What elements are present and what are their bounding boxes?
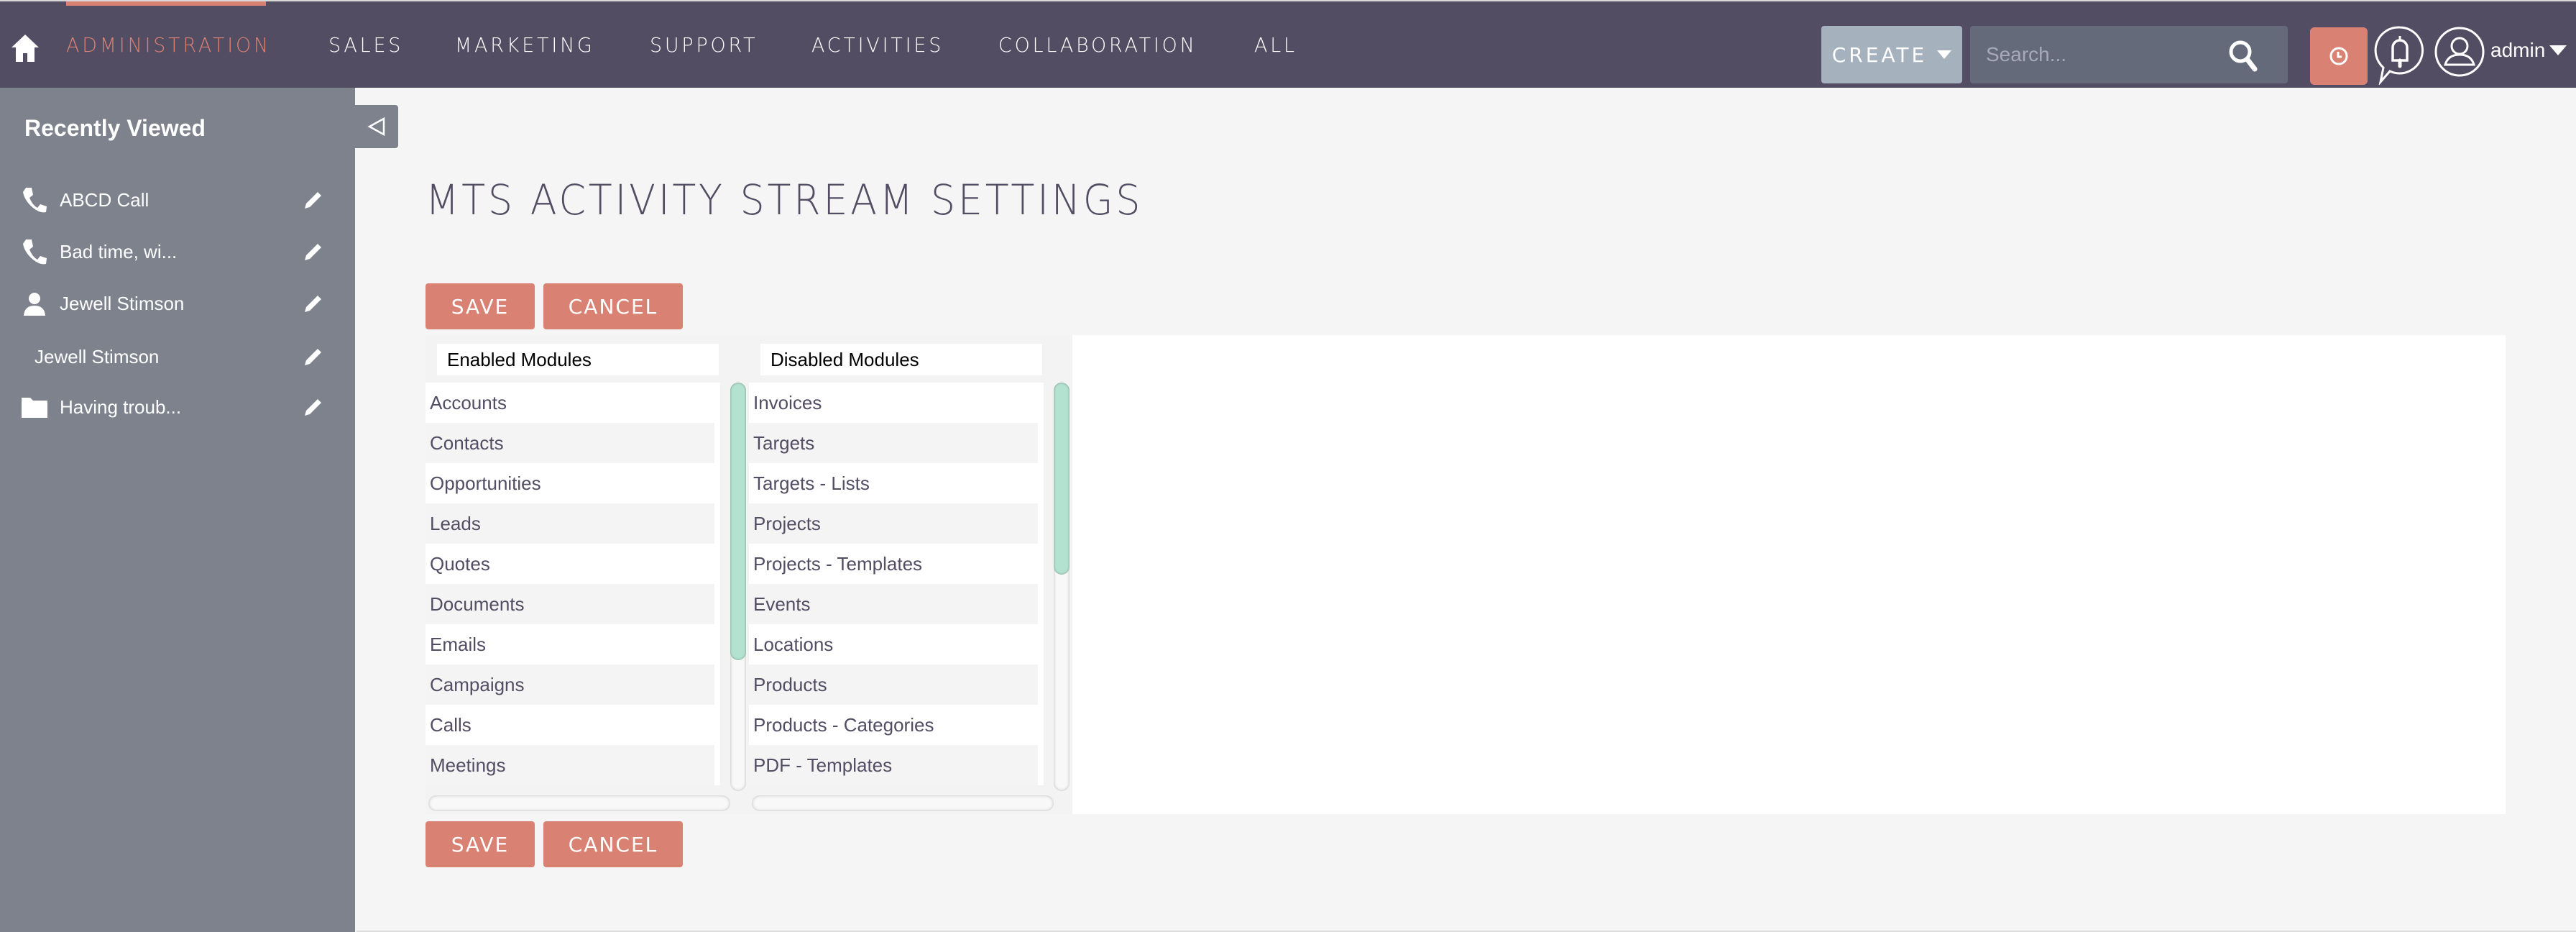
enabled-horizontal-scrollbar[interactable] <box>428 795 730 811</box>
pencil-icon[interactable] <box>302 396 325 419</box>
save-button-bottom[interactable]: SAVE <box>426 821 535 867</box>
module-option[interactable]: Targets <box>749 423 1038 463</box>
chevron-down-icon <box>2549 45 2567 55</box>
sidebar-item-label: Jewell Stimson <box>60 292 185 314</box>
user-menu[interactable]: admin <box>2490 39 2567 62</box>
sidebar-collapse-button[interactable] <box>355 105 398 148</box>
module-option[interactable]: Invoices <box>749 383 1044 423</box>
pencil-icon[interactable] <box>302 292 325 315</box>
disabled-modules-column: Disabled Modules Invoices Targets Targets … <box>749 335 1072 814</box>
disabled-vertical-scrollbar[interactable] <box>1054 383 1070 791</box>
module-option[interactable]: Quotes <box>426 544 720 584</box>
search-input[interactable] <box>1986 26 2230 83</box>
top-navbar: ADMINISTRATION SALES MARKETING SUPPORT A… <box>0 1 2576 88</box>
module-settings-panel: Enabled Modules Accounts Contacts Opportun… <box>426 335 2506 814</box>
module-option[interactable]: Opportunities <box>426 463 720 503</box>
user-avatar-button[interactable] <box>2434 26 2485 78</box>
module-option[interactable]: Contacts <box>426 423 714 463</box>
module-option[interactable]: Products - Categories <box>749 705 1044 745</box>
folder-icon <box>22 393 47 421</box>
enabled-scroll-thumb[interactable] <box>730 383 746 660</box>
pencil-icon[interactable] <box>302 240 325 263</box>
save-button-top[interactable]: SAVE <box>426 283 535 329</box>
nav-marketing[interactable]: MARKETING <box>455 33 595 57</box>
user-icon <box>2434 27 2485 77</box>
phone-icon <box>22 237 47 266</box>
module-option[interactable]: Leads <box>426 503 714 544</box>
sidebar-item[interactable]: Jewell Stimson <box>0 335 355 378</box>
create-button[interactable]: CREATE <box>1821 26 1962 83</box>
module-option[interactable]: Meetings <box>426 745 714 785</box>
sidebar-item[interactable]: Jewell Stimson <box>0 282 355 325</box>
recent-history-button[interactable] <box>2310 27 2368 85</box>
sidebar-item-label: Jewell Stimson <box>34 345 160 367</box>
user-name-label: admin <box>2490 39 2546 61</box>
nav-sales[interactable]: SALES <box>328 33 403 57</box>
module-option[interactable]: PDF - Templates <box>749 745 1038 785</box>
cancel-button-bottom[interactable]: CANCEL <box>543 821 683 867</box>
disabled-modules-header: Disabled Modules <box>760 344 1042 375</box>
module-option[interactable]: Events <box>749 584 1038 624</box>
disabled-modules-list[interactable]: Invoices Targets Targets - Lists Projects Pr… <box>749 383 1044 785</box>
nav-collaboration[interactable]: COLLABORATION <box>998 33 1197 57</box>
sidebar-item-label: ABCD Call <box>60 188 150 211</box>
enabled-modules-list[interactable]: Accounts Contacts Opportunities Leads Quotes… <box>426 383 720 785</box>
clock-icon <box>2329 47 2348 65</box>
nav-all[interactable]: ALL <box>1254 33 1297 57</box>
bell-icon <box>2374 26 2424 86</box>
nav-support[interactable]: SUPPORT <box>650 33 758 57</box>
module-option[interactable]: Locations <box>749 624 1044 664</box>
chevron-down-icon <box>1937 50 1952 59</box>
pencil-icon[interactable] <box>302 345 325 368</box>
sidebar-title: Recently Viewed <box>24 115 206 141</box>
pencil-icon[interactable] <box>302 188 325 211</box>
sidebar-item[interactable]: Bad time, wi... <box>0 230 355 273</box>
triangle-left-icon <box>367 116 385 137</box>
module-option[interactable]: Products <box>749 664 1038 705</box>
create-label: CREATE <box>1831 42 1928 67</box>
nav-administration[interactable]: ADMINISTRATION <box>66 33 271 57</box>
search-box <box>1970 26 2288 83</box>
module-option[interactable]: Projects <box>749 503 1038 544</box>
module-option[interactable]: Projects - Templates <box>749 544 1044 584</box>
sidebar-item[interactable]: ABCD Call <box>0 178 355 221</box>
search-icon[interactable] <box>2227 39 2259 72</box>
disabled-horizontal-scrollbar[interactable] <box>752 795 1054 811</box>
sidebar: Recently Viewed ABCD Call Bad time, wi..… <box>0 88 398 932</box>
module-option[interactable]: Emails <box>426 624 720 664</box>
sidebar-item-label: Bad time, wi... <box>60 240 178 262</box>
module-option[interactable]: Documents <box>426 584 714 624</box>
module-option[interactable]: Calls <box>426 705 720 745</box>
sidebar-item[interactable]: Having troub... <box>0 385 355 429</box>
cancel-button-top[interactable]: CANCEL <box>543 283 683 329</box>
disabled-scroll-thumb[interactable] <box>1054 383 1070 575</box>
phone-icon <box>22 186 47 214</box>
enabled-modules-header: Enabled Modules <box>437 344 719 375</box>
enabled-modules-column: Enabled Modules Accounts Contacts Opportun… <box>426 335 749 814</box>
page-title: MTS ACTIVITY STREAM SETTINGS <box>426 175 1144 224</box>
home-icon[interactable] <box>10 33 40 63</box>
module-option[interactable]: Campaigns <box>426 664 714 705</box>
notifications-button[interactable] <box>2373 24 2426 86</box>
person-icon <box>22 289 47 318</box>
module-option[interactable]: Accounts <box>426 383 720 423</box>
nav-activities[interactable]: ACTIVITIES <box>811 33 944 57</box>
sidebar-item-label: Having troub... <box>60 396 182 418</box>
enabled-vertical-scrollbar[interactable] <box>730 383 746 791</box>
main-menu: ADMINISTRATION SALES MARKETING SUPPORT A… <box>66 1 1348 88</box>
module-option[interactable]: Targets - Lists <box>749 463 1044 503</box>
